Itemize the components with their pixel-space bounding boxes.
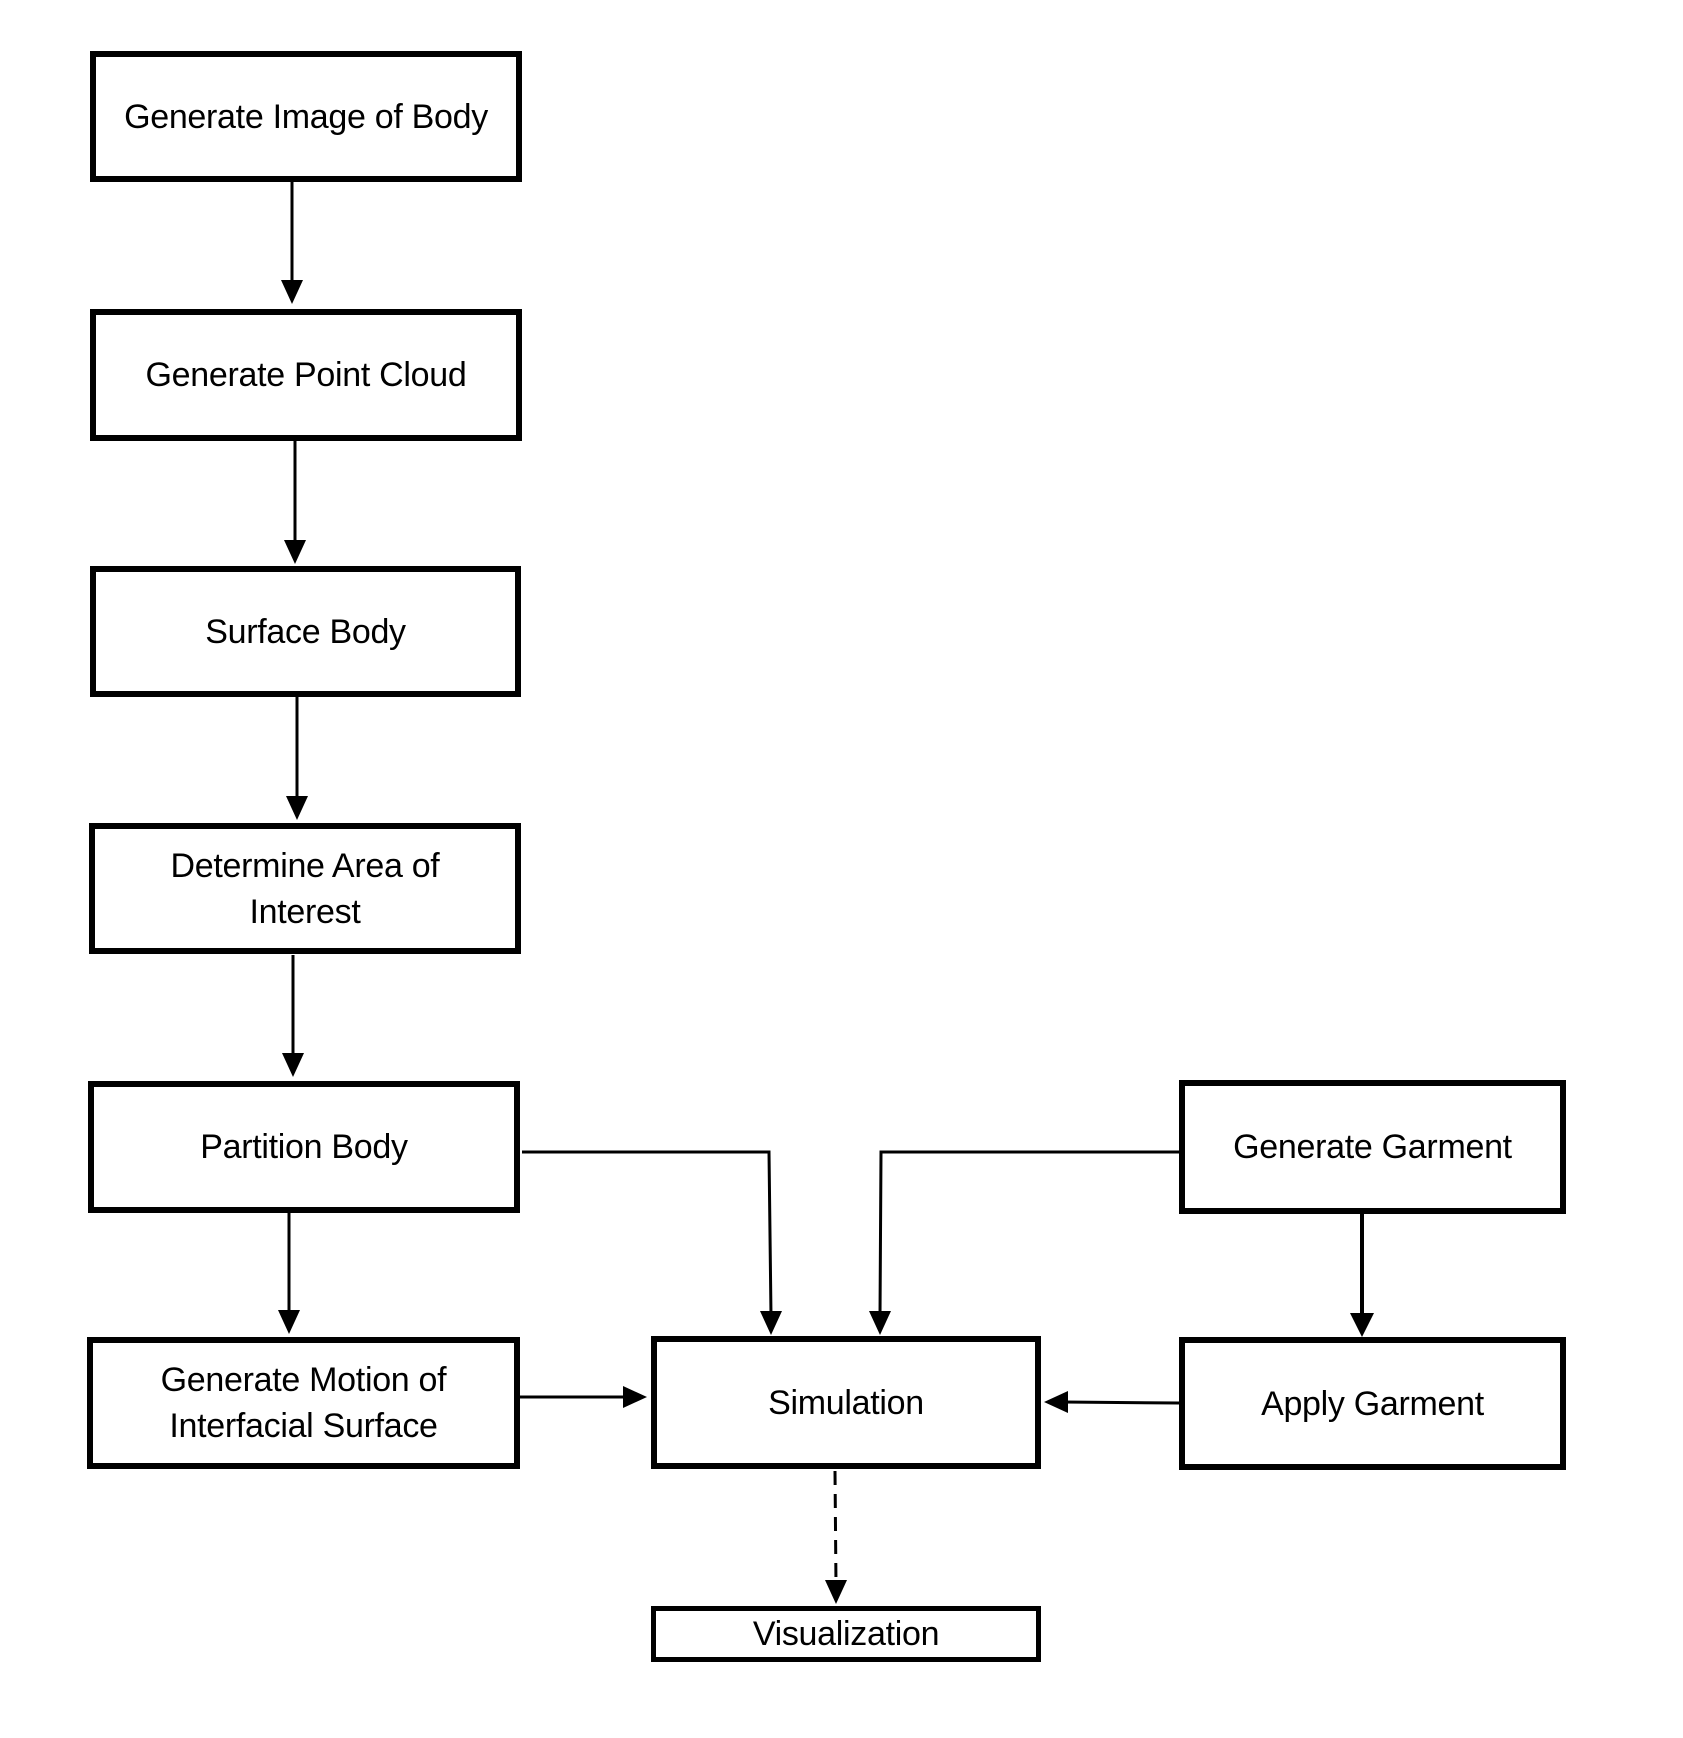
node-label-line2: Interest [249,892,361,931]
node-partition-body: Partition Body [88,1081,520,1213]
node-generate-garment: Generate Garment [1179,1080,1566,1214]
node-apply-garment: Apply Garment [1179,1337,1566,1470]
arrowhead [278,1310,300,1334]
node-generate-image-of-body: Generate Image of Body [90,51,522,182]
arrowhead [825,1580,847,1604]
node-determine-area-of-interest: Determine Area of Interest [89,823,521,954]
arrowhead [760,1311,782,1335]
node-generate-motion-of-interfacial-surface: Generate Motion of Interfacial Surface [87,1337,520,1469]
node-label: Visualization [752,1615,940,1653]
node-label: Apply Garment [1261,1384,1484,1423]
dashed-arrow-simulation-to-visualization [833,1470,838,1586]
node-label: Generate Garment [1233,1128,1512,1166]
node-label-line2: Interfacial Surface [169,1407,438,1445]
node-surface-body: Surface Body [90,566,521,697]
arrowhead [284,540,306,564]
node-label: Generate Point Cloud [145,356,467,394]
arrowhead [1044,1391,1068,1413]
node-label-line1: Generate Motion of [160,1361,447,1399]
arrowhead [869,1311,891,1335]
arrowhead [281,280,303,304]
arrowhead [1350,1313,1374,1337]
node-label: Generate Image of Body [124,97,488,136]
arrowhead [286,796,308,820]
arrow-garment-to-simulation [878,1150,1179,1317]
node-label: Surface Body [205,612,406,651]
node-simulation: Simulation [651,1336,1041,1469]
node-label-line1: Determine Area of [170,846,440,885]
node-label: Partition Body [200,1128,408,1166]
arrowhead [623,1386,647,1408]
arrow-partition-to-simulation [522,1150,773,1317]
node-generate-point-cloud: Generate Point Cloud [90,309,522,441]
arrowhead [282,1053,304,1077]
node-label: Simulation [768,1383,924,1422]
node-visualization: Visualization [651,1606,1041,1662]
arrow-apply-to-simulation [1062,1400,1180,1405]
